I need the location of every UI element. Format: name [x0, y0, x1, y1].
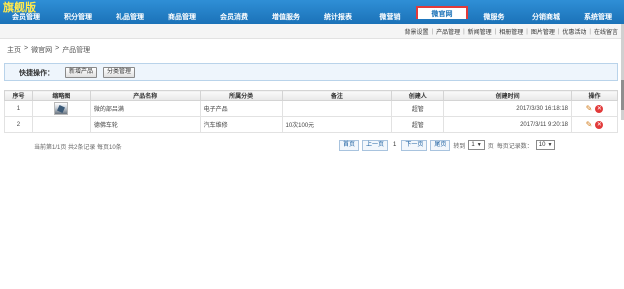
column-header-thumbnail: 缩略图 [31, 90, 91, 101]
pager-page-suffix: 页 [487, 143, 494, 150]
row-thumbnail [31, 100, 91, 117]
nav-item[interactable]: 会员消费 [208, 11, 260, 24]
column-header-remark: 备注 [281, 90, 393, 101]
nav-item[interactable]: 礼品管理 [104, 11, 156, 24]
nav-item[interactable]: 分销商城 [520, 11, 572, 24]
row-category: 汽车维修 [199, 116, 283, 133]
nav-item[interactable]: 会员管理 [0, 11, 52, 24]
product-thumbnail-image[interactable] [54, 102, 69, 115]
chevron-down-icon: ▼ [547, 142, 553, 148]
edit-pencil-icon[interactable]: ✎ [586, 120, 593, 129]
column-header-created: 创建时间 [443, 90, 573, 101]
subnav-item[interactable]: 背景设置 [402, 27, 432, 36]
row-remark [281, 100, 393, 117]
pager-per-page-value: 10 [538, 142, 546, 148]
subnav-item[interactable]: 新闻管理 [465, 27, 495, 36]
pager-per-page-label: 每页记录数： [496, 143, 533, 150]
row-created: 2017/3/30 16:18:18 [443, 100, 573, 117]
subnav-item[interactable]: 在线留言 [591, 27, 621, 36]
row-index: 2 [4, 116, 33, 133]
quick-action-label: 快捷操作： [19, 70, 54, 77]
pager-prev-button[interactable]: 上一页 [362, 139, 389, 151]
row-creator: 超管 [391, 100, 445, 117]
breadcrumb-home[interactable]: 主页 [7, 45, 21, 55]
row-created: 2017/3/11 9:20:18 [443, 116, 573, 133]
nav-item[interactable]: 微营销 [364, 11, 416, 24]
column-header-category: 所属分类 [199, 90, 283, 101]
breadcrumb-separator: > [55, 45, 60, 52]
category-manage-button[interactable]: 分类管理 [103, 67, 136, 78]
subnav-item[interactable]: 相册管理 [496, 27, 526, 36]
sub-nav: 背景设置 | 产品管理 | 新闻管理 | 相册管理 | 图片管理 | 优惠活动 | 在线留言 [402, 24, 621, 39]
pager-first-button[interactable]: 首页 [339, 139, 360, 151]
sub-nav-bar: 背景设置 | 产品管理 | 新闻管理 | 相册管理 | 图片管理 | 优惠活动 | 在线留言 [0, 24, 624, 39]
nav-item[interactable]: 系统管理 [572, 11, 624, 24]
row-thumbnail [31, 116, 91, 133]
row-actions: ✎ ✕ [571, 116, 618, 133]
pager-last-button[interactable]: 尾页 [430, 139, 451, 151]
subnav-item[interactable]: 产品管理 [433, 27, 463, 36]
table-header-row: 序号 缩略图 产品名称 所属分类 备注 创建人 创建时间 操作 [4, 90, 618, 101]
row-index: 1 [4, 100, 33, 117]
nav-item[interactable]: 商品管理 [156, 11, 208, 24]
subnav-item[interactable]: 图片管理 [528, 27, 558, 36]
top-nav-bar: 旗舰版 会员管理 积分管理 礼品管理 商品管理 会员消费 增值服务 统计报表 微营销 微官网 微服… [0, 0, 624, 24]
breadcrumb: 主页 > 微官网 > 产品管理 [7, 45, 90, 55]
quick-action-bar: 快捷操作： 新增产品 分类管理 [4, 63, 618, 81]
column-header-name: 产品名称 [89, 90, 201, 101]
main-nav: 会员管理 积分管理 礼品管理 商品管理 会员消费 增值服务 统计报表 微营销 微官网 微服务 分销商… [0, 6, 624, 24]
nav-item[interactable]: 微官网 [416, 6, 468, 19]
column-header-index: 序号 [4, 90, 33, 101]
breadcrumb-current: 产品管理 [62, 47, 91, 54]
nav-item[interactable]: 增值服务 [260, 11, 312, 24]
row-name: 微的部吕满 [89, 100, 201, 117]
row-remark: 10次100元 [281, 116, 393, 133]
pager-goto-select[interactable]: 1 ▼ [468, 140, 485, 150]
row-creator: 超管 [391, 116, 445, 133]
pager-goto-label: 转到 [453, 143, 466, 150]
delete-icon[interactable]: ✕ [595, 120, 604, 129]
pager-per-page-select[interactable]: 10 ▼ [535, 140, 556, 150]
pager-goto-value: 1 [471, 142, 475, 148]
row-actions-group: ✎ ✕ [575, 104, 614, 113]
nav-item[interactable]: 微服务 [468, 11, 520, 24]
subnav-item[interactable]: 优惠活动 [559, 27, 589, 36]
product-table: 序号 缩略图 产品名称 所属分类 备注 创建人 创建时间 操作 1 微的部吕满 … [4, 90, 618, 133]
column-header-creator: 创建人 [391, 90, 445, 101]
row-actions: ✎ ✕ [571, 100, 618, 117]
row-category: 电子产品 [199, 100, 283, 117]
pager: 首页 上一页 1 下一页 尾页 转到 1 ▼ 页 每页记录数： 10 ▼ [339, 139, 556, 151]
pager-info: 当前第1/1页 共2条记录 每页10条 [34, 145, 122, 151]
column-header-actions: 操作 [571, 90, 618, 101]
nav-item[interactable]: 积分管理 [52, 11, 104, 24]
add-product-button[interactable]: 新增产品 [65, 67, 98, 78]
row-actions-group: ✎ ✕ [575, 120, 614, 129]
breadcrumb-separator: > [24, 45, 29, 52]
pager-next-button[interactable]: 下一页 [401, 139, 428, 151]
breadcrumb-section[interactable]: 微官网 [31, 45, 52, 55]
table-row: 2 德佛车轮 汽车维修 10次100元 超管 2017/3/11 9:20:18… [4, 116, 618, 133]
delete-icon[interactable]: ✕ [595, 104, 604, 113]
table-row: 1 微的部吕满 电子产品 超管 2017/3/30 16:18:18 ✎ ✕ [4, 100, 618, 117]
pager-current-page: 1 [393, 142, 397, 148]
nav-item[interactable]: 统计报表 [312, 11, 364, 24]
chevron-down-icon: ▼ [476, 142, 482, 148]
edit-pencil-icon[interactable]: ✎ [586, 104, 593, 113]
row-name: 德佛车轮 [89, 116, 201, 133]
